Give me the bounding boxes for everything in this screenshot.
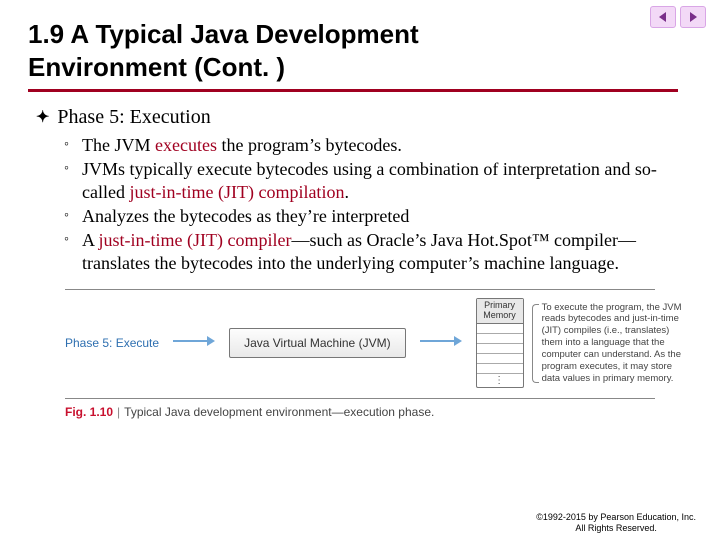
- keyword: just-in-time (JIT) compiler: [99, 230, 292, 250]
- ellipsis-icon: ⋮: [477, 374, 523, 387]
- memory-cell: [477, 344, 523, 354]
- figure: Phase 5: Execute Java Virtual Machine (J…: [65, 289, 655, 419]
- text-post: .: [344, 182, 349, 202]
- figure-number: Fig. 1.10: [65, 405, 113, 419]
- ring-bullet-icon: ◦: [64, 134, 74, 156]
- slide: 1.9 A Typical Java Development Environme…: [0, 0, 720, 427]
- memory-header: Primary Memory: [477, 299, 523, 324]
- phase-heading: Phase 5: Execution: [57, 106, 210, 129]
- bullet-text: A just-in-time (JIT) compiler—such as Or…: [82, 229, 692, 275]
- prev-button[interactable]: [650, 6, 676, 28]
- figure-annotation: To execute the program, the JVM reads by…: [532, 302, 687, 385]
- text-pre: A: [82, 230, 99, 250]
- bullet-text: The JVM executes the program’s bytecodes…: [82, 134, 402, 157]
- arrow-right-icon: [687, 11, 699, 23]
- copyright-line2: All Rights Reserved.: [536, 523, 696, 534]
- memory-cell: [477, 324, 523, 334]
- title-underline: [28, 89, 678, 92]
- content: ✦ Phase 5: Execution ◦ The JVM executes …: [28, 106, 692, 275]
- arrow-left-icon: [657, 11, 669, 23]
- keyword: executes: [155, 135, 217, 155]
- copyright-line1: ©1992-2015 by Pearson Education, Inc.: [536, 512, 696, 523]
- memory-diagram: Primary Memory ⋮: [476, 298, 524, 388]
- figure-caption: Fig. 1.10 | Typical Java development envir…: [65, 405, 655, 419]
- ring-bullet-icon: ◦: [64, 229, 74, 251]
- copyright: ©1992-2015 by Pearson Education, Inc. Al…: [536, 512, 696, 534]
- figure-rule-top: [65, 289, 655, 290]
- memory-wrap: Primary Memory ⋮ To execute the program,…: [476, 298, 687, 388]
- text-pre: The JVM: [82, 135, 155, 155]
- bullet-text: Analyzes the bytecodes as they’re interp…: [82, 205, 409, 228]
- bullet-marker-icon: ✦: [36, 106, 49, 130]
- arrow-right-icon: [420, 334, 462, 352]
- ring-bullet-icon: ◦: [64, 205, 74, 227]
- keyword: just-in-time (JIT) compilation: [129, 182, 344, 202]
- list-item: ◦ JVMs typically execute bytecodes using…: [64, 158, 692, 204]
- bullet-level1: ✦ Phase 5: Execution: [36, 106, 692, 130]
- list-item: ◦ A just-in-time (JIT) compiler—such as …: [64, 229, 692, 275]
- slide-title: 1.9 A Typical Java Development Environme…: [28, 18, 488, 83]
- ring-bullet-icon: ◦: [64, 158, 74, 180]
- figure-caption-text: Typical Java development environment—exe…: [124, 405, 434, 419]
- memory-cell: [477, 334, 523, 344]
- next-button[interactable]: [680, 6, 706, 28]
- list-item: ◦ The JVM executes the program’s bytecod…: [64, 134, 692, 157]
- bullet-text: JVMs typically execute bytecodes using a…: [82, 158, 692, 204]
- figure-row: Phase 5: Execute Java Virtual Machine (J…: [65, 298, 655, 388]
- text-post: the program’s bytecodes.: [217, 135, 402, 155]
- sublist: ◦ The JVM executes the program’s bytecod…: [64, 134, 692, 275]
- memory-cell: [477, 364, 523, 374]
- separator-icon: |: [117, 405, 120, 419]
- memory-cell: [477, 354, 523, 364]
- text-pre: Analyzes the bytecodes as they’re interp…: [82, 206, 409, 226]
- jvm-box: Java Virtual Machine (JVM): [229, 328, 406, 358]
- phase-label: Phase 5: Execute: [65, 336, 159, 350]
- list-item: ◦ Analyzes the bytecodes as they’re inte…: [64, 205, 692, 228]
- nav-buttons: [650, 6, 706, 28]
- arrow-right-icon: [173, 334, 215, 352]
- figure-rule-bottom: [65, 398, 655, 399]
